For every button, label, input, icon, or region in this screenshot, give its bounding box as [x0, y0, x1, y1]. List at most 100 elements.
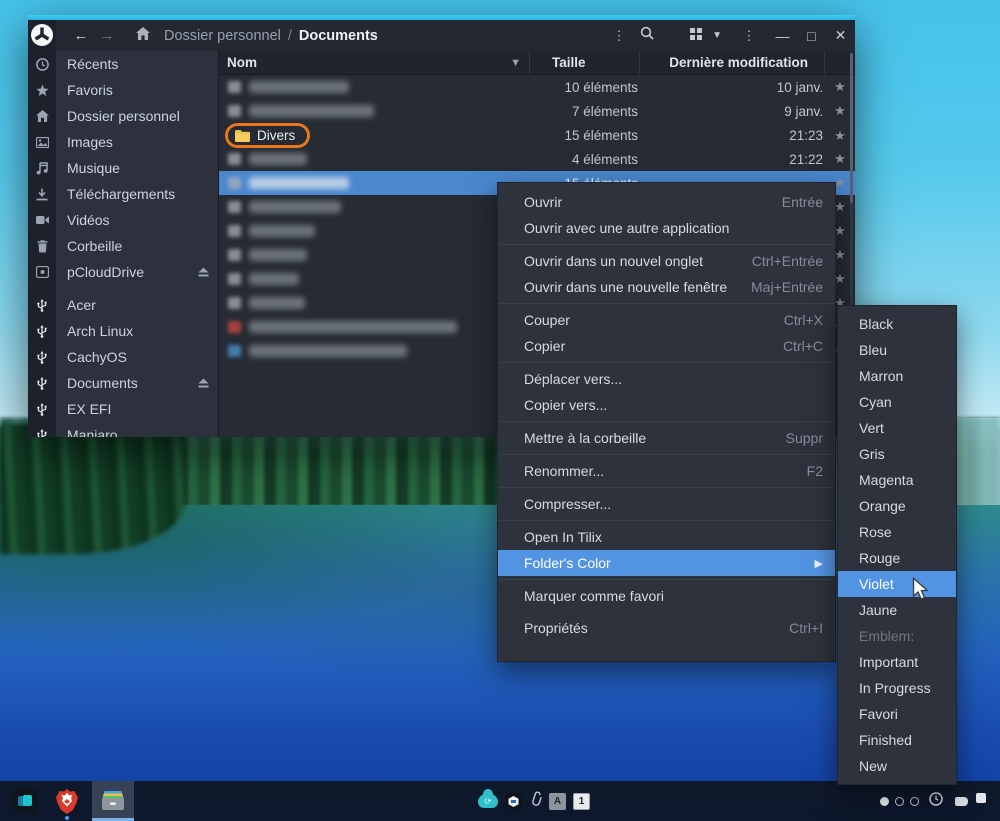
table-row-divers[interactable]: Divers 15 éléments 21:23 ★ — [219, 123, 855, 147]
breadcrumb-parent[interactable]: Dossier personnel — [164, 28, 281, 44]
view-dropdown-icon[interactable]: ▼ — [712, 30, 722, 41]
sidebar-item-recents[interactable]: Récents — [28, 51, 218, 77]
submenu-item-black[interactable]: Black — [838, 311, 956, 337]
sidebar-item-home[interactable]: Dossier personnel — [28, 103, 218, 129]
submenu-item-rouge[interactable]: Rouge — [838, 545, 956, 571]
eject-icon[interactable] — [198, 375, 209, 391]
folder-icon — [235, 130, 250, 142]
clock-icon[interactable] — [929, 792, 943, 811]
forward-button[interactable]: → — [94, 27, 120, 44]
menu-separator — [499, 520, 834, 521]
redacted-filename — [249, 201, 341, 213]
menu-item-ouvrir-avec[interactable]: Ouvrir avec une autre application — [498, 215, 835, 241]
submenu-item-important[interactable]: Important — [838, 649, 956, 675]
table-row[interactable]: 10 éléments 10 janv. ★ — [219, 75, 855, 99]
notifications-icon[interactable] — [976, 793, 986, 803]
submenu-item-vert[interactable]: Vert — [838, 415, 956, 441]
search-icon[interactable] — [640, 26, 654, 45]
menu-separator — [499, 362, 834, 363]
submenu-item-cyan[interactable]: Cyan — [838, 389, 956, 415]
menu-item-copier-vers[interactable]: Copier vers... — [498, 392, 835, 418]
workspace-dot-active[interactable] — [880, 797, 889, 806]
menu-item-compresser[interactable]: Compresser... — [498, 491, 835, 517]
pcloud-icon[interactable]: ⟳ — [478, 794, 498, 808]
wallet-app-icon[interactable] — [8, 784, 42, 818]
volume-icon[interactable] — [955, 797, 968, 806]
menu-item-open-in-tilix[interactable]: Open In Tilix — [498, 524, 835, 550]
submenu-item-orange[interactable]: Orange — [838, 493, 956, 519]
submenu-item-finished[interactable]: Finished — [838, 727, 956, 753]
view-grid-icon[interactable] — [690, 27, 702, 45]
submenu-item-magenta[interactable]: Magenta — [838, 467, 956, 493]
column-header-modified[interactable]: Dernière modification — [640, 51, 825, 74]
close-button[interactable]: ✕ — [826, 27, 855, 44]
mouse-cursor — [911, 577, 930, 606]
sidebar-item-acer[interactable]: Acer — [28, 292, 218, 318]
submenu-header-emblem: Emblem: — [838, 623, 956, 649]
menu-item-renommer[interactable]: Renommer... F2 — [498, 458, 835, 484]
sidebar-item-exefi[interactable]: EX EFI — [28, 396, 218, 422]
submenu-item-rose[interactable]: Rose — [838, 519, 956, 545]
table-row[interactable]: 4 éléments 21:22 ★ — [219, 147, 855, 171]
back-button[interactable]: ← — [68, 27, 94, 44]
menu-item-corbeille[interactable]: Mettre à la corbeille Suppr — [498, 425, 835, 451]
redacted-filename — [249, 321, 457, 333]
menu-item-marquer-favori[interactable]: Marquer comme favori — [498, 583, 835, 609]
sidebar-item-archlinux[interactable]: Arch Linux — [28, 318, 218, 344]
menu-item-nouvel-onglet[interactable]: Ouvrir dans un nouvel onglet Ctrl+Entrée — [498, 248, 835, 274]
maximize-button[interactable]: □ — [797, 28, 826, 44]
menu-item-folders-color[interactable]: Folder's Color ▶ — [498, 550, 835, 576]
sidebar-item-music[interactable]: Musique — [28, 155, 218, 181]
column-header-name[interactable]: Nom ▼ — [219, 51, 530, 74]
sidebar-item-videos[interactable]: Vidéos — [28, 207, 218, 233]
sidebar-item-documents-drive[interactable]: Documents — [28, 370, 218, 396]
menu-item-proprietes[interactable]: Propriétés Ctrl+I — [498, 615, 835, 641]
submenu-item-favori[interactable]: Favori — [838, 701, 956, 727]
app-logo-icon[interactable] — [31, 24, 53, 46]
submenu-item-marron[interactable]: Marron — [838, 363, 956, 389]
submenu-item-in-progress[interactable]: In Progress — [838, 675, 956, 701]
folder-icon — [228, 201, 241, 213]
scrollbar-thumb[interactable] — [850, 53, 853, 203]
number-1-icon[interactable]: 1 — [573, 793, 590, 810]
table-row[interactable]: 7 éléments 9 janv. ★ — [219, 99, 855, 123]
sidebar-item-cachyos[interactable]: CachyOS — [28, 344, 218, 370]
hexagon-app-icon[interactable] — [505, 793, 522, 810]
file-manager-icon[interactable] — [92, 781, 134, 821]
window-menu-icon[interactable]: ⋮ — [738, 28, 760, 44]
workspace-dot[interactable] — [895, 797, 904, 806]
menu-item-nouvelle-fenetre[interactable]: Ouvrir dans une nouvelle fenêtre Maj+Ent… — [498, 274, 835, 300]
toolbar-menu-icon[interactable]: ⋮ — [608, 28, 630, 44]
music-icon — [28, 162, 56, 175]
workspace-dot[interactable] — [910, 797, 919, 806]
sidebar-item-favorites[interactable]: Favoris — [28, 77, 218, 103]
sidebar-item-pclouddrive[interactable]: pCloudDrive — [28, 259, 218, 285]
video-icon — [28, 215, 56, 225]
submenu-item-new[interactable]: New — [838, 753, 956, 779]
home-icon[interactable] — [136, 27, 150, 45]
folder-icon — [228, 153, 241, 165]
minimize-button[interactable]: — — [768, 28, 797, 44]
brave-browser-icon[interactable] — [50, 784, 84, 818]
sidebar-item-images[interactable]: Images — [28, 129, 218, 155]
eject-icon[interactable] — [198, 264, 209, 280]
submenu-item-gris[interactable]: Gris — [838, 441, 956, 467]
breadcrumb-current[interactable]: Documents — [299, 28, 378, 44]
column-header-size[interactable]: Taille — [530, 51, 640, 74]
sidebar-item-manjaro[interactable]: Manjaro — [28, 422, 218, 437]
submenu-arrow-icon: ▶ — [815, 557, 823, 570]
sidebar-item-trash[interactable]: Corbeille — [28, 233, 218, 259]
letter-a-icon[interactable]: A — [549, 793, 566, 810]
submenu-item-bleu[interactable]: Bleu — [838, 337, 956, 363]
submenu-item-jaune[interactable]: Jaune — [838, 597, 956, 623]
paperclip-icon[interactable] — [529, 791, 542, 811]
menu-item-copier[interactable]: Copier Ctrl+C — [498, 333, 835, 359]
menu-item-ouvrir[interactable]: Ouvrir Entrée — [498, 189, 835, 215]
folders-color-submenu: Black Bleu Marron Cyan Vert Gris Magenta… — [837, 305, 957, 785]
document-file-icon — [228, 345, 241, 357]
sidebar-item-downloads[interactable]: Téléchargements — [28, 181, 218, 207]
menu-item-deplacer-vers[interactable]: Déplacer vers... — [498, 366, 835, 392]
usb-icon — [28, 429, 56, 438]
submenu-item-violet[interactable]: Violet — [838, 571, 956, 597]
menu-item-couper[interactable]: Couper Ctrl+X — [498, 307, 835, 333]
